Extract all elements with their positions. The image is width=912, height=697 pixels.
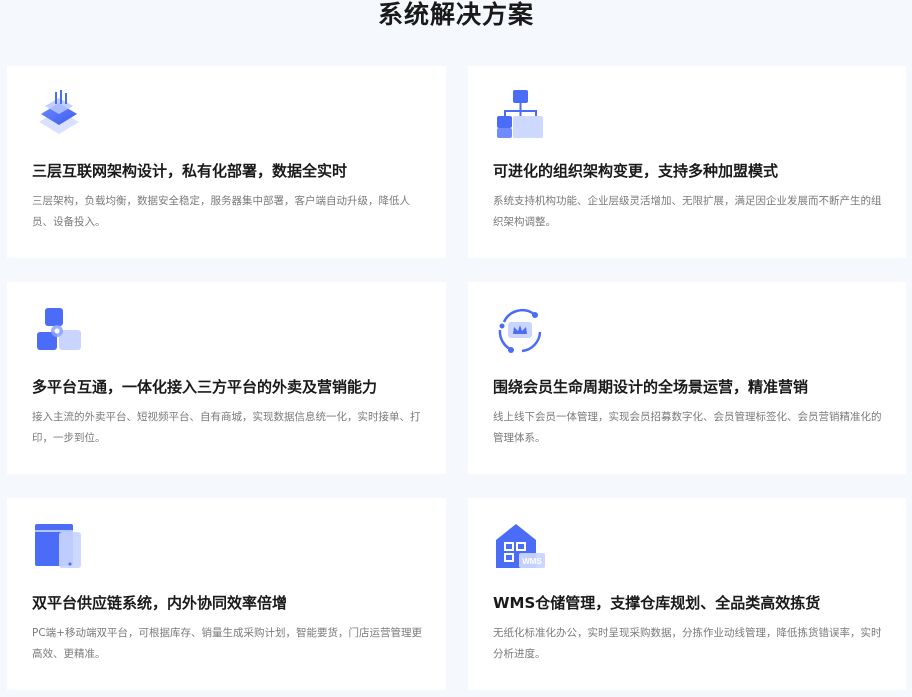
card-title: WMS仓储管理，支撑仓库规划、全品类高效拣货 xyxy=(493,594,821,612)
solution-card-supply-chain[interactable]: 双平台供应链系统，内外协同效率倍增 PC端+移动端双平台，可根据库存、销量生成采… xyxy=(7,498,446,690)
solution-card-multiplatform[interactable]: 多平台互通，一体化接入三方平台的外卖及营销能力 接入主流的外卖平台、短视频平台、… xyxy=(7,282,446,474)
dual-platform-icon xyxy=(33,520,85,572)
card-title: 可进化的组织架构变更，支持多种加盟模式 xyxy=(493,162,779,180)
platform-link-icon xyxy=(33,304,85,356)
member-cycle-icon xyxy=(494,304,546,356)
solution-card-architecture[interactable]: 三层互联网架构设计，私有化部署，数据全实时 三层架构，负载均衡，数据安全稳定，服… xyxy=(7,66,446,258)
card-title: 围绕会员生命周期设计的全场景运营，精准营销 xyxy=(493,378,809,396)
page-title: 系统解决方案 xyxy=(377,0,534,29)
card-description: 三层架构，负载均衡，数据安全稳定，服务器集中部署，客户端自动升级，降低人员、设备… xyxy=(32,195,410,228)
card-description: 接入主流的外卖平台、短视频平台、自有商城，实现数据信息统一化，实时接单、打印，一… xyxy=(32,411,421,444)
solution-card-membership[interactable]: 围绕会员生命周期设计的全场景运营，精准营销 线上线下会员一体管理，实现会员招募数… xyxy=(468,282,906,474)
card-title: 多平台互通，一体化接入三方平台的外卖及营销能力 xyxy=(32,378,378,396)
solution-card-organization[interactable]: 可进化的组织架构变更，支持多种加盟模式 系统支持机构功能、企业层级灵活增加、无限… xyxy=(468,66,906,258)
card-description: 系统支持机构功能、企业层级灵活增加、无限扩展，满足因企业发展而不断产生的组织架构… xyxy=(493,195,882,228)
card-title: 三层互联网架构设计，私有化部署，数据全实时 xyxy=(32,162,348,180)
layers-icon xyxy=(33,88,85,140)
card-description: 无纸化标准化办公，实时呈现采购数据，分拣作业动线管理，降低拣货错误率，实时分析进… xyxy=(493,627,882,660)
solution-card-wms[interactable]: WMS WMS仓储管理，支撑仓库规划、全品类高效拣货 无纸化标准化办公，实时呈现… xyxy=(468,498,906,690)
warehouse-icon: WMS xyxy=(494,520,546,572)
card-description: PC端+移动端双平台，可根据库存、销量生成采购计划，智能要货，门店运营管理更高效… xyxy=(32,627,422,660)
org-chart-icon xyxy=(494,88,546,140)
card-title: 双平台供应链系统，内外协同效率倍增 xyxy=(32,594,288,612)
wms-badge-text: WMS xyxy=(522,557,542,566)
card-description: 线上线下会员一体管理，实现会员招募数字化、会员管理标签化、会员营销精准化的管理体… xyxy=(493,411,882,444)
